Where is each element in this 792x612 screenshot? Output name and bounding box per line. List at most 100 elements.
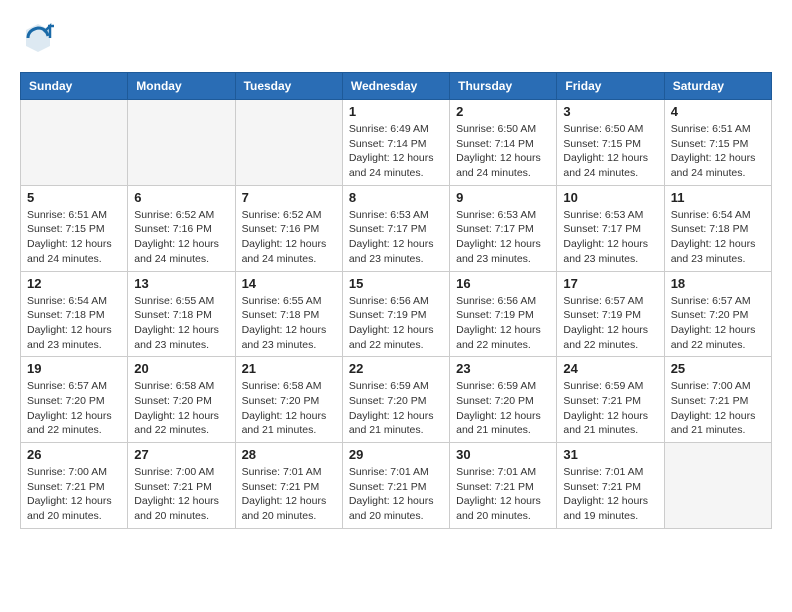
day-number: 21 [242, 361, 336, 376]
day-number: 22 [349, 361, 443, 376]
day-info: Sunrise: 6:54 AM Sunset: 7:18 PM Dayligh… [27, 294, 121, 353]
day-number: 23 [456, 361, 550, 376]
calendar-cell [664, 443, 771, 529]
day-header-tuesday: Tuesday [235, 73, 342, 100]
day-info: Sunrise: 7:01 AM Sunset: 7:21 PM Dayligh… [563, 465, 657, 524]
calendar-cell: 29 Sunrise: 7:01 AM Sunset: 7:21 PM Dayli… [342, 443, 449, 529]
day-header-monday: Monday [128, 73, 235, 100]
calendar-week-row: 26 Sunrise: 7:00 AM Sunset: 7:21 PM Dayli… [21, 443, 772, 529]
day-number: 29 [349, 447, 443, 462]
day-info: Sunrise: 6:56 AM Sunset: 7:19 PM Dayligh… [456, 294, 550, 353]
calendar-cell: 9Sunrise: 6:53 AM Sunset: 7:17 PM Daylig… [450, 185, 557, 271]
day-number: 25 [671, 361, 765, 376]
day-info: Sunrise: 6:55 AM Sunset: 7:18 PM Dayligh… [242, 294, 336, 353]
calendar-cell: 11 Sunrise: 6:54 AM Sunset: 7:18 PM Dayli… [664, 185, 771, 271]
day-number: 8 [349, 190, 443, 205]
calendar-cell: 2 Sunrise: 6:50 AM Sunset: 7:14 PM Daylig… [450, 100, 557, 186]
day-info: Sunrise: 6:56 AM Sunset: 7:19 PM Dayligh… [349, 294, 443, 353]
calendar-cell: 15Sunrise: 6:56 AM Sunset: 7:19 PM Dayli… [342, 271, 449, 357]
day-number: 1 [349, 104, 443, 119]
calendar-cell: 16 Sunrise: 6:56 AM Sunset: 7:19 PM Dayli… [450, 271, 557, 357]
day-header-sunday: Sunday [21, 73, 128, 100]
calendar-cell: 6Sunrise: 6:52 AM Sunset: 7:16 PM Daylig… [128, 185, 235, 271]
day-info: Sunrise: 6:59 AM Sunset: 7:20 PM Dayligh… [349, 379, 443, 438]
calendar-cell: 5Sunrise: 6:51 AM Sunset: 7:15 PM Daylig… [21, 185, 128, 271]
calendar-cell: 23 Sunrise: 6:59 AM Sunset: 7:20 PM Dayli… [450, 357, 557, 443]
calendar-cell: 30Sunrise: 7:01 AM Sunset: 7:21 PM Dayli… [450, 443, 557, 529]
day-info: Sunrise: 6:53 AM Sunset: 7:17 PM Dayligh… [349, 208, 443, 267]
day-info: Sunrise: 6:49 AM Sunset: 7:14 PM Dayligh… [349, 122, 443, 181]
day-number: 24 [563, 361, 657, 376]
logo-icon [20, 20, 56, 56]
calendar-cell: 31 Sunrise: 7:01 AM Sunset: 7:21 PM Dayli… [557, 443, 664, 529]
day-number: 27 [134, 447, 228, 462]
calendar-cell: 27 Sunrise: 7:00 AM Sunset: 7:21 PM Dayli… [128, 443, 235, 529]
calendar-cell: 24 Sunrise: 6:59 AM Sunset: 7:21 PM Dayli… [557, 357, 664, 443]
day-number: 6 [134, 190, 228, 205]
day-info: Sunrise: 6:51 AM Sunset: 7:15 PM Dayligh… [27, 208, 121, 267]
page-header [20, 20, 772, 56]
calendar-cell: 12Sunrise: 6:54 AM Sunset: 7:18 PM Dayli… [21, 271, 128, 357]
calendar-week-row: 19 Sunrise: 6:57 AM Sunset: 7:20 PM Dayli… [21, 357, 772, 443]
day-number: 31 [563, 447, 657, 462]
day-number: 30 [456, 447, 550, 462]
day-number: 28 [242, 447, 336, 462]
calendar-cell [235, 100, 342, 186]
day-number: 11 [671, 190, 765, 205]
day-info: Sunrise: 6:57 AM Sunset: 7:20 PM Dayligh… [671, 294, 765, 353]
day-info: Sunrise: 7:00 AM Sunset: 7:21 PM Dayligh… [27, 465, 121, 524]
calendar-cell: 22 Sunrise: 6:59 AM Sunset: 7:20 PM Dayli… [342, 357, 449, 443]
day-header-wednesday: Wednesday [342, 73, 449, 100]
calendar-week-row: 5Sunrise: 6:51 AM Sunset: 7:15 PM Daylig… [21, 185, 772, 271]
calendar-cell: 18 Sunrise: 6:57 AM Sunset: 7:20 PM Dayli… [664, 271, 771, 357]
day-info: Sunrise: 7:01 AM Sunset: 7:21 PM Dayligh… [349, 465, 443, 524]
day-number: 19 [27, 361, 121, 376]
day-header-friday: Friday [557, 73, 664, 100]
day-info: Sunrise: 6:52 AM Sunset: 7:16 PM Dayligh… [242, 208, 336, 267]
day-number: 18 [671, 276, 765, 291]
calendar-cell [128, 100, 235, 186]
day-number: 4 [671, 104, 765, 119]
day-info: Sunrise: 6:50 AM Sunset: 7:14 PM Dayligh… [456, 122, 550, 181]
day-number: 14 [242, 276, 336, 291]
calendar-cell: 3 Sunrise: 6:50 AM Sunset: 7:15 PM Daylig… [557, 100, 664, 186]
calendar-cell: 4 Sunrise: 6:51 AM Sunset: 7:15 PM Daylig… [664, 100, 771, 186]
day-number: 26 [27, 447, 121, 462]
day-info: Sunrise: 7:00 AM Sunset: 7:21 PM Dayligh… [671, 379, 765, 438]
calendar-cell: 14 Sunrise: 6:55 AM Sunset: 7:18 PM Dayli… [235, 271, 342, 357]
calendar-cell: 10Sunrise: 6:53 AM Sunset: 7:17 PM Dayli… [557, 185, 664, 271]
calendar-cell: 20 Sunrise: 6:58 AM Sunset: 7:20 PM Dayli… [128, 357, 235, 443]
calendar-week-row: 12Sunrise: 6:54 AM Sunset: 7:18 PM Dayli… [21, 271, 772, 357]
day-header-saturday: Saturday [664, 73, 771, 100]
calendar-cell [21, 100, 128, 186]
day-number: 7 [242, 190, 336, 205]
day-info: Sunrise: 6:59 AM Sunset: 7:21 PM Dayligh… [563, 379, 657, 438]
day-info: Sunrise: 6:57 AM Sunset: 7:20 PM Dayligh… [27, 379, 121, 438]
calendar-cell: 25 Sunrise: 7:00 AM Sunset: 7:21 PM Dayli… [664, 357, 771, 443]
day-info: Sunrise: 6:59 AM Sunset: 7:20 PM Dayligh… [456, 379, 550, 438]
day-number: 16 [456, 276, 550, 291]
logo [20, 20, 56, 56]
calendar-cell: 26 Sunrise: 7:00 AM Sunset: 7:21 PM Dayli… [21, 443, 128, 529]
day-info: Sunrise: 6:54 AM Sunset: 7:18 PM Dayligh… [671, 208, 765, 267]
day-number: 3 [563, 104, 657, 119]
day-number: 10 [563, 190, 657, 205]
calendar-cell: 13Sunrise: 6:55 AM Sunset: 7:18 PM Dayli… [128, 271, 235, 357]
calendar-cell: 7 Sunrise: 6:52 AM Sunset: 7:16 PM Daylig… [235, 185, 342, 271]
day-number: 2 [456, 104, 550, 119]
day-number: 20 [134, 361, 228, 376]
calendar-week-row: 1 Sunrise: 6:49 AM Sunset: 7:14 PM Daylig… [21, 100, 772, 186]
calendar-cell: 8 Sunrise: 6:53 AM Sunset: 7:17 PM Daylig… [342, 185, 449, 271]
calendar-cell: 21 Sunrise: 6:58 AM Sunset: 7:20 PM Dayli… [235, 357, 342, 443]
day-info: Sunrise: 6:50 AM Sunset: 7:15 PM Dayligh… [563, 122, 657, 181]
day-header-thursday: Thursday [450, 73, 557, 100]
calendar-cell: 17Sunrise: 6:57 AM Sunset: 7:19 PM Dayli… [557, 271, 664, 357]
day-info: Sunrise: 6:58 AM Sunset: 7:20 PM Dayligh… [134, 379, 228, 438]
calendar-cell: 28Sunrise: 7:01 AM Sunset: 7:21 PM Dayli… [235, 443, 342, 529]
day-info: Sunrise: 6:51 AM Sunset: 7:15 PM Dayligh… [671, 122, 765, 181]
calendar-cell: 1 Sunrise: 6:49 AM Sunset: 7:14 PM Daylig… [342, 100, 449, 186]
calendar-table: SundayMondayTuesdayWednesdayThursdayFrid… [20, 72, 772, 529]
day-info: Sunrise: 6:58 AM Sunset: 7:20 PM Dayligh… [242, 379, 336, 438]
calendar-header-row: SundayMondayTuesdayWednesdayThursdayFrid… [21, 73, 772, 100]
day-info: Sunrise: 7:00 AM Sunset: 7:21 PM Dayligh… [134, 465, 228, 524]
